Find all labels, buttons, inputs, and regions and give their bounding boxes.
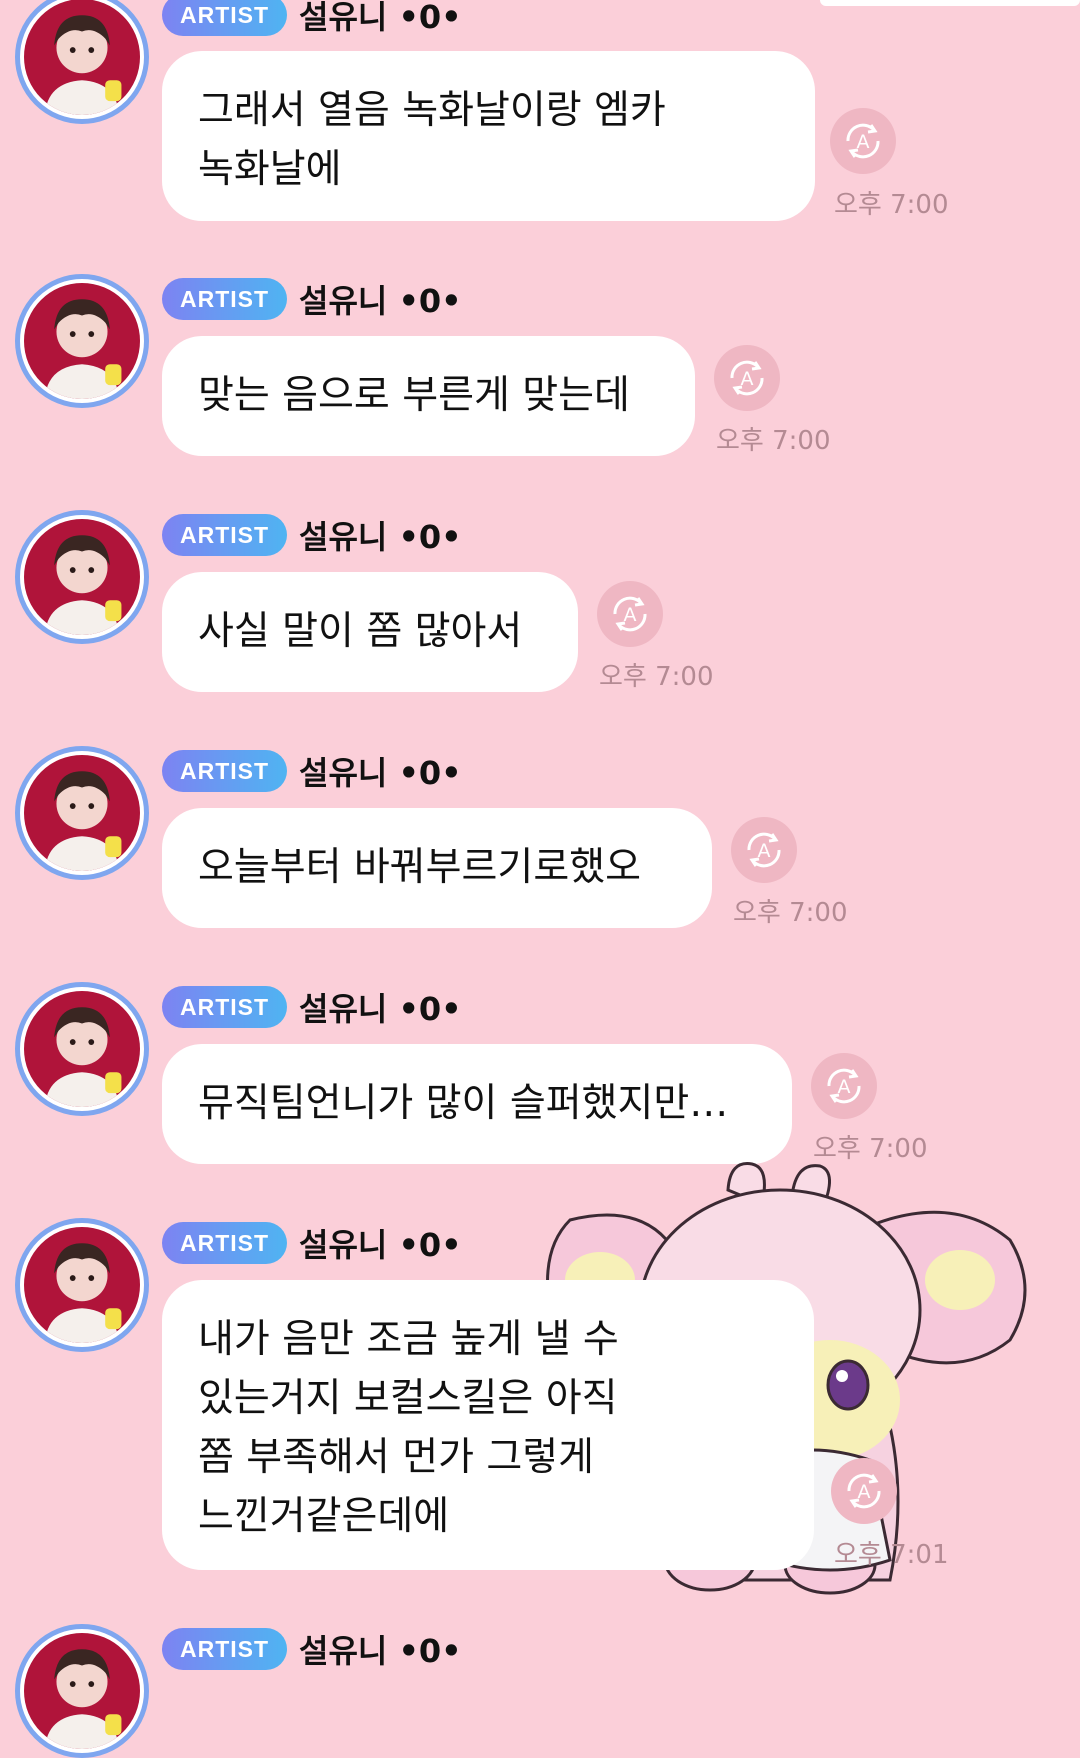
sender-name: 설유니 •0•	[299, 282, 462, 320]
translate-icon: A	[730, 360, 764, 396]
translate-button[interactable]: A	[597, 581, 663, 647]
sender-row: ARTIST 설유니 •0•	[162, 986, 462, 1028]
translate-button[interactable]: A	[830, 108, 896, 174]
avatar[interactable]	[15, 510, 149, 644]
sender-row: ARTIST 설유니 •0•	[162, 1222, 462, 1264]
svg-text:A: A	[624, 604, 637, 626]
sender-row: ARTIST 설유니 •0•	[162, 0, 462, 36]
avatar[interactable]	[15, 982, 149, 1116]
translate-icon: A	[847, 1473, 881, 1509]
message-bubble[interactable]: 뮤직팀언니가 많이 슬퍼했지만…	[162, 1044, 792, 1164]
artist-badge: ARTIST	[162, 514, 287, 556]
artist-badge: ARTIST	[162, 278, 287, 320]
avatar[interactable]	[15, 0, 149, 124]
message-time: 오후 7:00	[716, 426, 831, 456]
sender-name: 설유니 •0•	[299, 1226, 462, 1264]
profile-photo	[24, 0, 140, 115]
sender-row: ARTIST 설유니 •0•	[162, 1628, 462, 1670]
avatar[interactable]	[15, 274, 149, 408]
translate-icon: A	[846, 123, 880, 159]
avatar[interactable]	[15, 1624, 149, 1758]
translate-button[interactable]: A	[731, 817, 797, 883]
svg-text:A: A	[838, 1076, 851, 1098]
sender-name: 설유니 •0•	[299, 754, 462, 792]
artist-badge: ARTIST	[162, 0, 287, 36]
profile-photo	[24, 1633, 140, 1749]
message-time: 오후 7:00	[599, 662, 714, 692]
sender-name: 설유니 •0•	[299, 518, 462, 556]
artist-badge: ARTIST	[162, 1628, 287, 1670]
message-bubble[interactable]: 사실 말이 쫌 많아서	[162, 572, 578, 692]
sender-row: ARTIST 설유니 •0•	[162, 278, 462, 320]
message-bubble[interactable]: 맞는 음으로 부른게 맞는데	[162, 336, 695, 456]
sender-name: 설유니 •0•	[299, 0, 462, 36]
sender-row: ARTIST 설유니 •0•	[162, 514, 462, 556]
message-bubble[interactable]: 내가 음만 조금 높게 낼 수 있는거지 보컬스킬은 아직 쫌 부족해서 먼가 …	[162, 1280, 814, 1570]
message-time: 오후 7:00	[733, 898, 848, 928]
sender-name: 설유니 •0•	[299, 1632, 462, 1670]
sender-row: ARTIST 설유니 •0•	[162, 750, 462, 792]
translate-button[interactable]: A	[831, 1458, 897, 1524]
translate-button[interactable]: A	[714, 345, 780, 411]
profile-photo	[24, 991, 140, 1107]
message-bubble[interactable]: 그래서 열음 녹화날이랑 엠카 녹화날에	[162, 51, 815, 221]
sender-name: 설유니 •0•	[299, 990, 462, 1028]
translate-icon: A	[747, 832, 781, 868]
avatar[interactable]	[15, 746, 149, 880]
artist-badge: ARTIST	[162, 1222, 287, 1264]
message-time: 오후 7:01	[834, 1540, 949, 1570]
chat-thread: ARTIST 설유니 •0• 그래서 열음 녹화날이랑 엠카 녹화날에 A 오후…	[0, 0, 1080, 1758]
avatar[interactable]	[15, 1218, 149, 1352]
artist-badge: ARTIST	[162, 986, 287, 1028]
message-bubble[interactable]: 오늘부터 바꿔부르기로했오	[162, 808, 712, 928]
translate-button[interactable]: A	[811, 1053, 877, 1119]
svg-text:A: A	[758, 840, 771, 862]
svg-text:A: A	[857, 131, 870, 153]
svg-text:A: A	[858, 1481, 871, 1503]
translate-icon: A	[613, 596, 647, 632]
profile-photo	[24, 283, 140, 399]
profile-photo	[24, 519, 140, 635]
profile-photo	[24, 1227, 140, 1343]
profile-photo	[24, 755, 140, 871]
svg-text:A: A	[741, 368, 754, 390]
translate-icon: A	[827, 1068, 861, 1104]
top-bubble-edge	[820, 0, 1080, 6]
message-time: 오후 7:00	[834, 190, 949, 220]
artist-badge: ARTIST	[162, 750, 287, 792]
